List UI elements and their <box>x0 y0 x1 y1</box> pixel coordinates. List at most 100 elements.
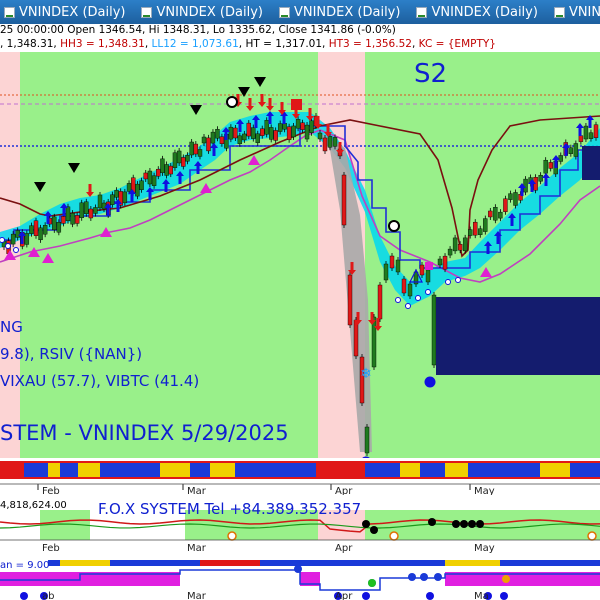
signal-strip-segment <box>365 463 400 477</box>
zero-marker-icon <box>227 531 237 541</box>
signal-strip-top <box>0 461 600 463</box>
signal-strip-segment <box>540 463 570 477</box>
signal-strip-segment <box>570 463 600 477</box>
down-candle <box>419 264 425 276</box>
up-candle <box>269 127 274 140</box>
up-candle <box>10 233 16 245</box>
info-marker-icon <box>20 592 28 600</box>
up-candle <box>79 202 84 219</box>
up-candle <box>447 248 453 256</box>
x-axis-label: Feb <box>42 543 60 554</box>
diamond-dot <box>405 303 411 309</box>
info-marker-icon <box>424 376 436 388</box>
down-candle <box>286 126 292 140</box>
diamond-dot <box>455 277 461 283</box>
panel3-strip <box>320 560 445 566</box>
down-candle <box>273 130 278 141</box>
ohlc-info: 25 00:00:00 Open 1346.54, Hi 1348.31, Lo… <box>0 24 396 36</box>
up-candle <box>176 150 182 164</box>
up-candle <box>215 128 220 139</box>
vixau-label: VIXAU (57.7), VIBTC (41.4) <box>0 372 199 390</box>
up-candle <box>172 152 178 168</box>
x-axis-label: May <box>474 543 495 554</box>
up-candle <box>56 222 62 233</box>
down-candle <box>156 168 161 177</box>
up-candle <box>93 207 98 214</box>
up-candle <box>147 170 153 185</box>
down-candle <box>300 122 305 130</box>
zero-marker-icon <box>587 531 597 541</box>
signal-strip-segment <box>468 463 540 477</box>
up-candle <box>185 155 190 162</box>
down-candle <box>33 220 39 236</box>
down-candle <box>260 128 265 136</box>
up-candle <box>568 147 574 154</box>
down-candle <box>457 243 463 251</box>
dot-marker <box>370 526 378 534</box>
system-watermark: STEM - VNINDEX 5/29/2025 <box>0 421 289 445</box>
x-axis-label: Apr <box>335 591 353 600</box>
up-candle <box>291 125 296 138</box>
up-candle <box>38 227 43 241</box>
up-candle <box>110 194 115 205</box>
up-candle <box>277 123 283 132</box>
up-candle <box>126 183 132 192</box>
up-candle <box>543 159 548 174</box>
signal-strip-segment <box>78 463 100 477</box>
down-candle <box>548 162 553 169</box>
ht3-value: HT3 = 1,356.52 <box>328 38 412 50</box>
up-candle <box>462 237 468 252</box>
dot-marker <box>460 520 468 528</box>
up-candle <box>371 316 377 368</box>
x-axis-label: Mar <box>187 543 207 554</box>
hh3-value: HH3 = 1,348.31 <box>60 38 145 50</box>
diamond-dot <box>13 247 19 253</box>
up-candle <box>309 120 314 133</box>
signal-strip-bottom <box>0 477 600 479</box>
dot-marker <box>420 573 428 581</box>
dot-marker <box>434 573 442 581</box>
down-candle <box>389 255 395 269</box>
kc-value: KC = {EMPTY} <box>418 38 496 50</box>
diamond-dot <box>0 237 5 243</box>
ll12-value: LL12 = 1,073.61 <box>151 38 239 50</box>
up-candle <box>437 258 443 266</box>
diamond-dot <box>445 279 451 285</box>
up-candle <box>237 135 243 145</box>
down-candle <box>473 221 478 236</box>
up-candle <box>197 149 203 157</box>
target-box <box>436 297 600 375</box>
diamond-dot <box>415 295 421 301</box>
up-candle <box>498 211 503 219</box>
snowflake-icon: ❄ <box>360 366 372 382</box>
panel3-strip <box>260 560 320 566</box>
up-candle <box>304 124 310 140</box>
down-candle <box>181 157 186 167</box>
chart-window: { "tabs": [ {"label": "VNINDEX (Daily)"}… <box>0 0 600 600</box>
down-candle <box>442 255 448 270</box>
panel3-label: an = 9.00 <box>0 560 49 571</box>
up-candle <box>255 133 260 143</box>
up-candle <box>228 126 234 140</box>
up-candle <box>97 194 103 209</box>
signal-strip-segment <box>0 463 24 477</box>
diamond-dot <box>395 297 401 303</box>
dot-marker <box>408 573 416 581</box>
up-candle <box>84 201 89 214</box>
up-candle <box>538 174 543 182</box>
down-candle <box>377 284 383 320</box>
dot-marker <box>294 565 302 573</box>
up-candle <box>52 216 57 231</box>
up-candle <box>508 193 513 200</box>
down-candle <box>168 165 173 175</box>
down-candle <box>143 172 148 180</box>
panel3-strip <box>110 560 200 566</box>
down-candle <box>341 174 347 226</box>
up-candle <box>513 192 518 206</box>
dot-marker <box>468 520 476 528</box>
down-candle <box>347 274 353 326</box>
up-candle <box>114 190 119 198</box>
signal-strip-segment <box>235 463 316 477</box>
down-candle <box>578 135 584 142</box>
panel2-zone <box>0 510 40 540</box>
